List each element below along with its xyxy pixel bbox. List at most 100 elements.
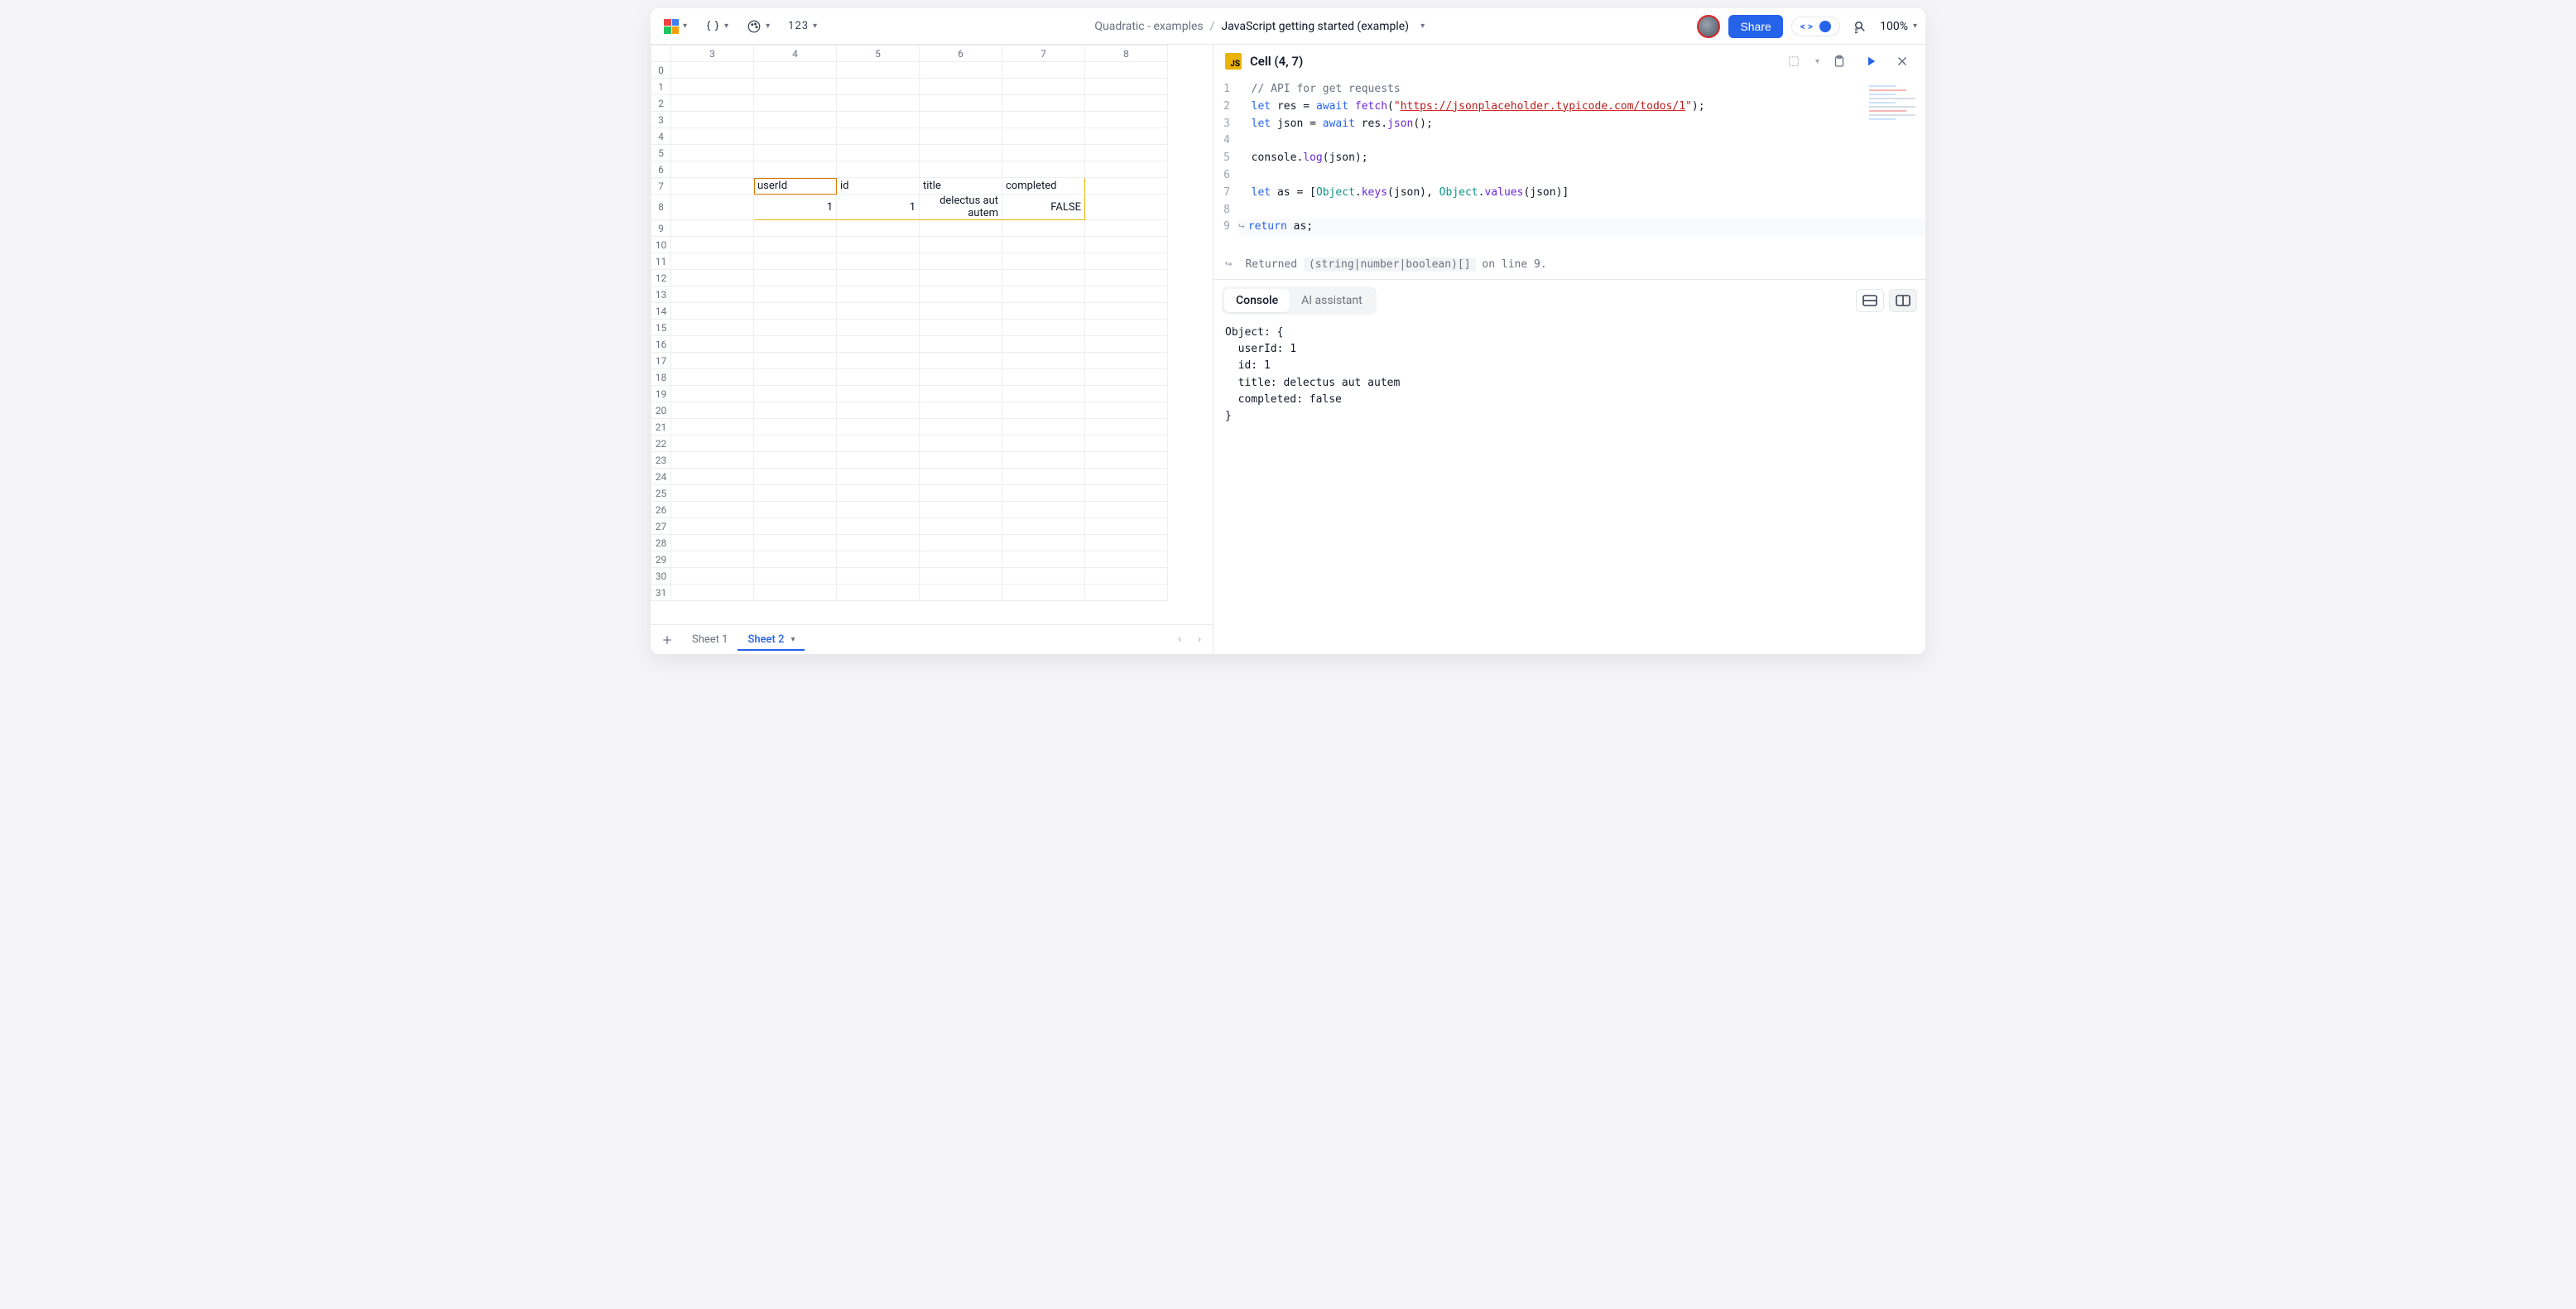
theme-menu-button[interactable]: ▾: [742, 16, 775, 37]
cell[interactable]: [1085, 402, 1168, 419]
cell[interactable]: [1085, 551, 1168, 568]
cell[interactable]: [920, 469, 1002, 485]
cell[interactable]: [754, 485, 837, 502]
row-header[interactable]: 22: [651, 436, 671, 452]
cell[interactable]: [754, 551, 837, 568]
cell[interactable]: [1085, 95, 1168, 112]
cell[interactable]: [920, 551, 1002, 568]
cell[interactable]: [837, 535, 920, 551]
cell[interactable]: [671, 585, 754, 601]
cell[interactable]: [671, 62, 754, 79]
cell[interactable]: [754, 585, 837, 601]
cell[interactable]: [1002, 502, 1085, 518]
cell[interactable]: id: [837, 178, 920, 195]
column-header[interactable]: 4: [754, 46, 837, 62]
cell[interactable]: [671, 419, 754, 436]
cell[interactable]: [754, 535, 837, 551]
cell[interactable]: [754, 270, 837, 286]
cell[interactable]: [920, 353, 1002, 369]
cell[interactable]: [754, 128, 837, 145]
cell[interactable]: [920, 79, 1002, 95]
cell[interactable]: [837, 336, 920, 353]
cell[interactable]: [837, 369, 920, 386]
cell[interactable]: [754, 419, 837, 436]
cell[interactable]: [1002, 469, 1085, 485]
run-button[interactable]: [1859, 50, 1882, 73]
cell[interactable]: [754, 386, 837, 402]
code-editor[interactable]: 1 2 3 4 5 6 7 8 9 // API for get request…: [1214, 78, 1925, 253]
cell[interactable]: [1085, 303, 1168, 320]
close-panel-button[interactable]: [1891, 50, 1914, 73]
cell[interactable]: [754, 568, 837, 585]
cell[interactable]: FALSE: [1002, 195, 1085, 220]
cell[interactable]: [671, 568, 754, 585]
cell[interactable]: [837, 286, 920, 303]
cell[interactable]: [837, 585, 920, 601]
cell[interactable]: [754, 62, 837, 79]
cell[interactable]: [754, 253, 837, 270]
cell[interactable]: [837, 419, 920, 436]
cell[interactable]: [1085, 469, 1168, 485]
row-header[interactable]: 18: [651, 369, 671, 386]
cell[interactable]: [671, 237, 754, 253]
cell[interactable]: [754, 112, 837, 128]
minimap[interactable]: [1866, 83, 1919, 132]
cell[interactable]: [837, 253, 920, 270]
cell[interactable]: [1002, 270, 1085, 286]
cell[interactable]: [671, 535, 754, 551]
cell[interactable]: [754, 369, 837, 386]
cell[interactable]: [920, 336, 1002, 353]
cell[interactable]: [671, 386, 754, 402]
row-header[interactable]: 19: [651, 386, 671, 402]
cell[interactable]: [837, 270, 920, 286]
cell[interactable]: [1085, 419, 1168, 436]
cell[interactable]: [837, 79, 920, 95]
cell[interactable]: [837, 469, 920, 485]
cell[interactable]: [671, 369, 754, 386]
row-header[interactable]: 9: [651, 220, 671, 237]
cell[interactable]: [837, 320, 920, 336]
cell[interactable]: [920, 128, 1002, 145]
cell[interactable]: [754, 161, 837, 178]
cell[interactable]: [920, 436, 1002, 452]
cell[interactable]: [754, 336, 837, 353]
cell[interactable]: [1002, 303, 1085, 320]
cell[interactable]: [1002, 112, 1085, 128]
cell[interactable]: [1085, 585, 1168, 601]
row-header[interactable]: 6: [651, 161, 671, 178]
cell[interactable]: [920, 270, 1002, 286]
cell[interactable]: [1085, 286, 1168, 303]
cell[interactable]: [754, 518, 837, 535]
cell[interactable]: [754, 402, 837, 419]
cell[interactable]: [837, 128, 920, 145]
column-header[interactable]: 7: [1002, 46, 1085, 62]
column-header[interactable]: 8: [1085, 46, 1168, 62]
cell[interactable]: [1002, 128, 1085, 145]
cell[interactable]: [671, 161, 754, 178]
cell[interactable]: [754, 502, 837, 518]
cell[interactable]: [1002, 386, 1085, 402]
breadcrumb-file[interactable]: JavaScript getting started (example): [1221, 20, 1409, 33]
cell[interactable]: [1002, 419, 1085, 436]
chevron-down-icon[interactable]: ▾: [1420, 22, 1425, 31]
cell[interactable]: [837, 485, 920, 502]
cell[interactable]: [837, 436, 920, 452]
row-header[interactable]: 7: [651, 178, 671, 195]
tab-console[interactable]: Console: [1224, 289, 1290, 312]
cell[interactable]: [920, 286, 1002, 303]
cell[interactable]: userId: [754, 178, 837, 195]
cell[interactable]: [1085, 237, 1168, 253]
cell[interactable]: [920, 369, 1002, 386]
cell[interactable]: [1085, 369, 1168, 386]
cell[interactable]: [671, 178, 754, 195]
cell[interactable]: [1002, 62, 1085, 79]
cell[interactable]: [837, 551, 920, 568]
cell[interactable]: [1002, 237, 1085, 253]
cell[interactable]: [1002, 220, 1085, 237]
cell[interactable]: [837, 452, 920, 469]
cell[interactable]: [1002, 353, 1085, 369]
breadcrumb-workspace[interactable]: Quadratic - examples: [1094, 20, 1203, 33]
cell[interactable]: [1002, 402, 1085, 419]
cell[interactable]: [671, 353, 754, 369]
cell[interactable]: [1002, 336, 1085, 353]
